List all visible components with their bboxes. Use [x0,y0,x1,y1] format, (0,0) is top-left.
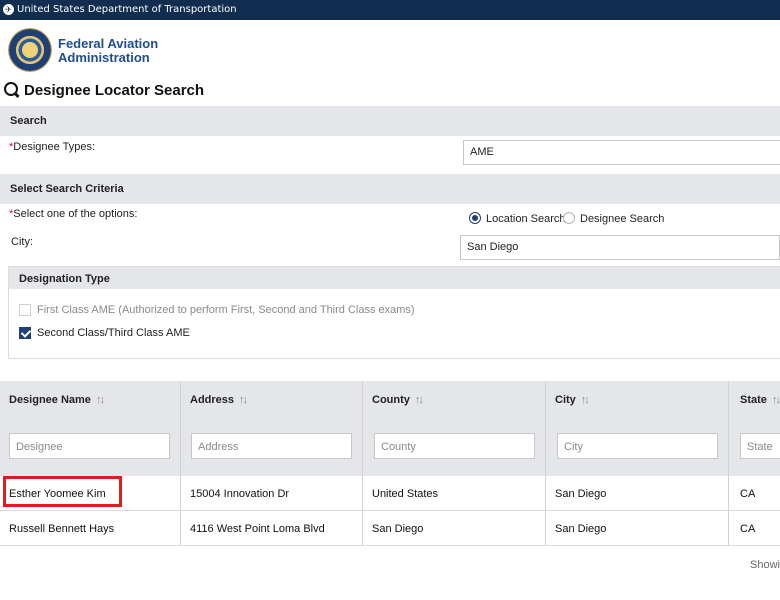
page-title: Designee Locator Search [4,81,204,99]
filter-cell: County [363,417,546,476]
col-header-state[interactable]: State ↑↓ [729,381,780,417]
dot-logo-icon: ✈ [3,4,14,15]
county-filter-input[interactable]: County [374,433,535,459]
second-third-class-checkbox[interactable] [19,327,31,339]
agency-name-line2: Administration [58,50,150,65]
designee-types-label: *Designee Types: [9,141,96,153]
sort-icon[interactable]: ↑↓ [772,394,780,406]
city-label: City: [11,236,33,248]
designee-search-radio[interactable] [563,212,575,224]
location-search-label[interactable]: Location Search [486,213,566,225]
address-filter-input[interactable]: Address [191,433,352,459]
gov-banner-text: United States Department of Transportati… [17,4,237,15]
city-input[interactable]: San Diego [460,235,780,260]
sort-icon[interactable]: ↑↓ [239,394,248,406]
table-cell: San Diego [546,511,729,546]
highlight-annotation [3,476,122,507]
designee-filter-input[interactable]: Designee [9,433,170,459]
city-filter-input[interactable]: City [557,433,718,459]
criteria-section-header: Select Search Criteria [0,174,780,204]
designee-types-select[interactable]: AME [463,140,780,165]
filter-cell: City [546,417,729,476]
state-filter-input[interactable]: State [740,433,780,459]
first-class-checkbox[interactable] [19,304,31,316]
search-icon [4,82,18,96]
search-section-header: Search [0,106,780,136]
table-cell: 4116 West Point Loma Blvd [181,511,363,546]
agency-name[interactable]: Federal Aviation Administration [58,37,158,65]
filter-cell: Address [181,417,363,476]
sort-icon[interactable]: ↑↓ [96,394,105,406]
col-header-designee-name[interactable]: Designee Name ↑↓ [0,381,181,417]
table-cell: CA [729,476,780,511]
first-class-label: First Class AME (Authorized to perform F… [37,304,415,316]
filter-cell: Designee [0,417,181,476]
table-cell: San Diego [363,511,546,546]
sort-icon[interactable]: ↑↓ [581,394,590,406]
sort-icon[interactable]: ↑↓ [415,394,424,406]
col-header-address[interactable]: Address ↑↓ [181,381,363,417]
second-third-class-label: Second Class/Third Class AME [37,327,190,339]
options-label: *Select one of the options: [9,208,138,220]
table-cell: 15004 Innovation Dr [181,476,363,511]
table-cell[interactable]: Russell Bennett Hays [0,511,181,546]
gov-banner: ✈ United States Department of Transporta… [0,0,780,20]
agency-name-line1: Federal Aviation [58,36,159,51]
designation-type-header: Designation Type [9,267,780,289]
table-cell: CA [729,511,780,546]
location-search-radio[interactable] [469,212,481,224]
col-header-city[interactable]: City ↑↓ [546,381,729,417]
designee-search-label[interactable]: Designee Search [580,213,664,225]
table-cell: United States [363,476,546,511]
filter-cell: State [729,417,780,476]
pagination-summary: Showi [750,559,780,571]
faa-seal-logo[interactable] [9,29,51,71]
table-cell: San Diego [546,476,729,511]
col-header-county[interactable]: County ↑↓ [363,381,546,417]
